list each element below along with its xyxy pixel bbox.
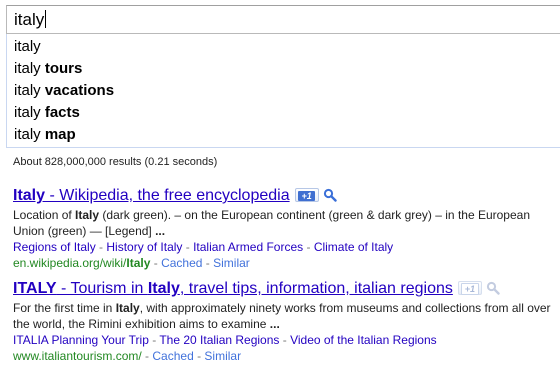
autocomplete-dropdown: italy italy tours italy vacations italy …: [6, 34, 560, 148]
result-url: www.italiantourism.com/: [13, 349, 142, 363]
cached-link[interactable]: Cached: [161, 256, 202, 270]
plus-one-button[interactable]: +1: [294, 188, 319, 202]
sitelink[interactable]: Video of the Italian Regions: [290, 333, 437, 347]
result-sitelinks: Regions of Italy - History of Italy - It…: [13, 240, 394, 254]
result-title-link[interactable]: Italy - Wikipedia, the free encyclopedia: [13, 187, 290, 204]
sitelink[interactable]: The 20 Italian Regions: [159, 333, 279, 347]
sitelink[interactable]: ITALIA Planning Your Trip: [13, 333, 149, 347]
suggestion-item[interactable]: italy map: [14, 124, 76, 146]
search-result: ITALY - Tourism in Italy, travel tips, i…: [13, 279, 558, 364]
result-url-line: en.wikipedia.org/wiki/Italy - Cached - S…: [13, 256, 250, 270]
sitelink[interactable]: History of Italy: [106, 240, 182, 254]
plus-one-button[interactable]: +1: [457, 281, 482, 295]
sitelink[interactable]: Italian Armed Forces: [193, 240, 303, 254]
suggestion-item[interactable]: italy facts: [14, 102, 80, 124]
preview-magnifier-icon[interactable]: [486, 281, 500, 295]
suggestion-item[interactable]: italy tours: [14, 58, 82, 80]
search-input[interactable]: italy: [6, 5, 560, 34]
text-caret: [45, 10, 47, 28]
result-snippet: Location of Italy (dark green). – on the…: [13, 208, 530, 238]
suggestion-item[interactable]: italy vacations: [14, 80, 114, 102]
result-snippet: For the first time in Italy, with approx…: [13, 301, 551, 331]
result-stats: About 828,000,000 results (0.21 seconds): [13, 156, 218, 168]
sitelink[interactable]: Regions of Italy: [13, 240, 96, 254]
search-query-text: italy: [14, 10, 47, 29]
search-results-page: italy italy italy tours italy vacations …: [0, 0, 560, 365]
result-title-line: ITALY - Tourism in Italy, travel tips, i…: [13, 279, 558, 299]
result-title-line: Italy - Wikipedia, the free encyclopedia…: [13, 186, 558, 206]
search-result: Italy - Wikipedia, the free encyclopedia…: [13, 186, 558, 271]
sitelink[interactable]: Climate of Italy: [314, 240, 393, 254]
result-title-link[interactable]: ITALY - Tourism in Italy, travel tips, i…: [13, 280, 453, 297]
result-url-line: www.italiantourism.com/ - Cached - Simil…: [13, 349, 242, 363]
cached-link[interactable]: Cached: [152, 349, 193, 363]
result-sitelinks: ITALIA Planning Your Trip - The 20 Itali…: [13, 333, 437, 347]
suggestion-item[interactable]: italy: [14, 36, 41, 58]
result-url: en.wikipedia.org/wiki/Italy: [13, 256, 151, 270]
preview-magnifier-icon[interactable]: [323, 188, 337, 202]
similar-link[interactable]: Similar: [204, 349, 241, 363]
similar-link[interactable]: Similar: [213, 256, 250, 270]
